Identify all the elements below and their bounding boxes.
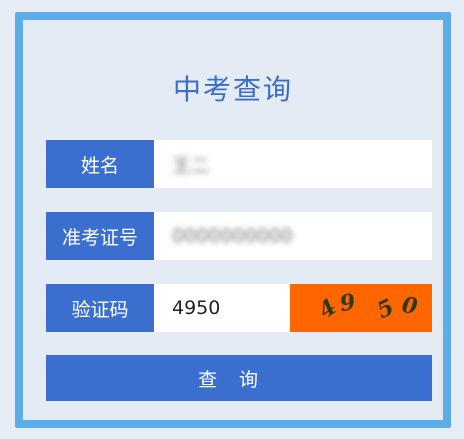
captcha-row: 验证码 4950 4 9 5 0 xyxy=(46,284,432,332)
captcha-input[interactable]: 4950 xyxy=(154,284,290,332)
query-panel: 中考查询 姓名 王二 准考证号 0000000000 验证码 4950 4 9 … xyxy=(15,12,451,428)
page-title: 中考查询 xyxy=(172,73,293,106)
name-input[interactable]: 王二 xyxy=(154,140,432,188)
exam-id-label: 准考证号 xyxy=(46,212,154,260)
query-button[interactable]: 查询 xyxy=(46,355,432,401)
captcha-image[interactable]: 4 9 5 0 xyxy=(290,284,432,332)
name-value: 王二 xyxy=(172,154,211,177)
captcha-char: 4 xyxy=(313,293,342,325)
captcha-label: 验证码 xyxy=(46,284,154,332)
exam-id-value: 0000000000 xyxy=(172,225,293,247)
name-label: 姓名 xyxy=(46,140,154,188)
captcha-value: 4950 xyxy=(172,297,221,319)
captcha-char: 9 xyxy=(337,288,358,318)
exam-id-input[interactable]: 0000000000 xyxy=(154,212,432,260)
exam-id-row: 准考证号 0000000000 xyxy=(46,212,432,260)
captcha-char: 5 xyxy=(373,293,399,325)
name-row: 姓名 王二 xyxy=(46,140,432,188)
captcha-char: 0 xyxy=(400,292,420,320)
